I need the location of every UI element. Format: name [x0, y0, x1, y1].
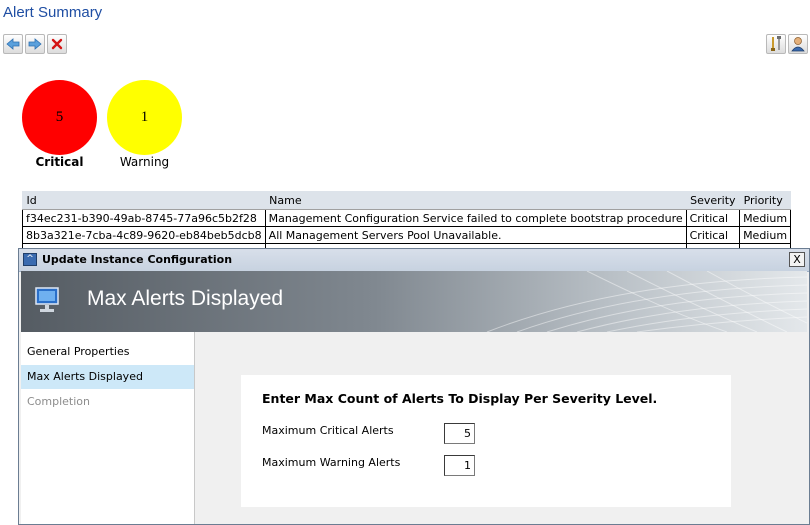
column-header-id[interactable]: Id — [22, 191, 266, 210]
dialog-title: Update Instance Configuration — [42, 253, 233, 266]
table-row[interactable]: f34ec231-b390-49ab-8745-77a96c5b2f28 Man… — [22, 209, 792, 227]
dialog-content: Enter Max Count of Alerts To Display Per… — [195, 332, 809, 524]
column-header-priority[interactable]: Priority — [739, 191, 791, 210]
cell-id: f34ec231-b390-49ab-8745-77a96c5b2f28 — [22, 209, 266, 227]
wave-pattern-icon — [486, 271, 807, 332]
nav-item-general-properties[interactable]: General Properties — [21, 340, 194, 364]
dialog-titlebar[interactable]: ^ Update Instance Configuration X — [19, 249, 809, 272]
column-header-name[interactable]: Name — [265, 191, 687, 210]
table-header-row: Id Name Severity Priority — [22, 191, 791, 210]
warning-label: Warning — [119, 155, 170, 169]
wizard-nav: General Properties Max Alerts Displayed … — [21, 332, 195, 524]
warning-alerts-label: Maximum Warning Alerts — [262, 456, 401, 469]
close-icon: X — [793, 253, 801, 266]
forward-button[interactable] — [25, 34, 45, 54]
user-icon — [791, 37, 805, 52]
tools-button[interactable] — [766, 34, 786, 54]
dialog-close-button[interactable]: X — [789, 252, 805, 267]
page-title: Alert Summary — [3, 4, 103, 21]
nav-item-completion[interactable]: Completion — [21, 390, 194, 414]
table-row[interactable]: 8b3a321e-7cba-4c89-9620-eb84beb5dcb8 All… — [22, 226, 792, 244]
critical-alerts-label: Maximum Critical Alerts — [262, 424, 394, 437]
cell-priority: Medium — [739, 226, 792, 244]
panel-heading: Enter Max Count of Alerts To Display Per… — [262, 391, 658, 406]
cell-name: All Management Servers Pool Unavailable. — [264, 226, 687, 244]
dialog-banner: Max Alerts Displayed — [21, 271, 807, 332]
critical-label: Critical — [35, 155, 84, 169]
user-button[interactable] — [788, 34, 808, 54]
arrow-right-icon — [28, 38, 42, 50]
column-header-severity[interactable]: Severity — [686, 191, 740, 210]
cell-severity: Critical — [685, 209, 741, 227]
nav-item-max-alerts-displayed[interactable]: Max Alerts Displayed — [21, 365, 194, 389]
cell-priority: Medium — [739, 209, 792, 227]
close-button[interactable] — [47, 34, 67, 54]
arrow-left-icon — [6, 38, 20, 50]
monitor-icon — [35, 287, 59, 312]
back-button[interactable] — [3, 34, 23, 54]
warning-alerts-input[interactable]: 1 — [444, 455, 475, 476]
settings-panel: Enter Max Count of Alerts To Display Per… — [241, 375, 731, 507]
warning-count: 1 — [140, 109, 149, 125]
warning-count-circle: 1 — [107, 80, 182, 155]
red-x-icon — [51, 38, 63, 50]
cell-id: 8b3a321e-7cba-4c89-9620-eb84beb5dcb8 — [22, 226, 266, 244]
cell-name: Management Configuration Service failed … — [264, 209, 687, 227]
critical-count: 5 — [55, 109, 64, 125]
cell-severity: Critical — [685, 226, 741, 244]
banner-title: Max Alerts Displayed — [87, 287, 284, 310]
dialog-app-icon: ^ — [23, 253, 37, 266]
tools-icon — [771, 36, 781, 51]
update-instance-dialog: ^ Update Instance Configuration X Max Al… — [18, 248, 810, 525]
critical-alerts-input[interactable]: 5 — [444, 423, 475, 444]
critical-count-circle: 5 — [22, 80, 97, 155]
